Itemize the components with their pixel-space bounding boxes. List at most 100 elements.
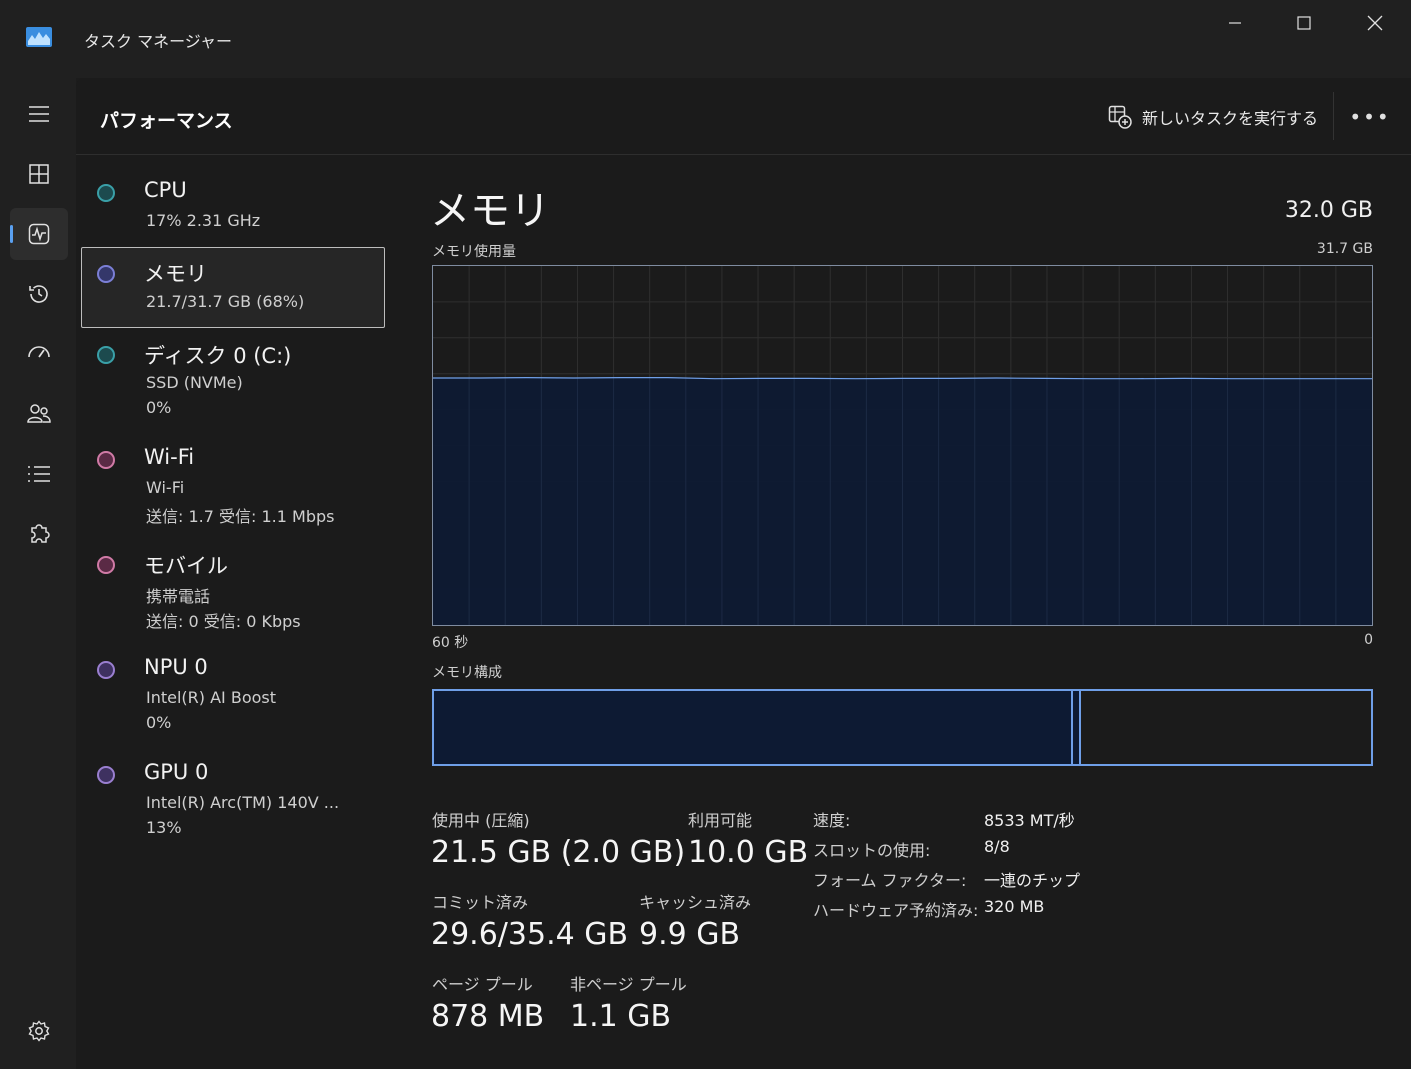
users-icon [27,404,51,423]
available-value: 10.0 GB [688,835,809,870]
more-icon: ••• [1349,105,1391,129]
device-item-gpu[interactable]: GPU 0 Intel(R) Arc(TM) 140V ... 13% [81,748,385,848]
gpu-indicator-dot [97,766,115,784]
nav-performance[interactable] [10,208,68,260]
close-icon [1367,15,1383,31]
device-title: CPU [144,178,187,202]
in-use-label: 使用中 (圧縮) [432,811,530,830]
device-subtitle: 携帯電話 [146,587,211,606]
usage-graph-svg [433,266,1372,625]
cached-label: キャッシュ済み [639,893,752,912]
menu-icon [29,106,49,122]
nonpaged-pool-value: 1.1 GB [570,999,672,1034]
paged-pool-label: ページ プール [432,975,533,994]
speed-value: 8533 MT/秒 [984,811,1075,830]
title-bar: タスク マネージャー [0,0,1411,78]
device-subtitle: SSD (NVMe) [146,373,243,392]
graph-axis-right: 0 [1364,632,1373,648]
memory-total: 32.0 GB [1284,198,1373,223]
close-button[interactable] [1340,0,1410,46]
device-title: Wi-Fi [144,445,195,469]
speed-label: 速度: [813,811,851,830]
npu-indicator-dot [97,661,115,679]
device-title: GPU 0 [144,760,209,784]
paged-pool-value: 878 MB [431,999,545,1034]
startup-icon [28,346,50,358]
form-factor-label: フォーム ファクター: [813,871,967,890]
device-title: NPU 0 [144,655,208,679]
memory-composition-bar [432,689,1373,766]
device-subtitle: 17% 2.31 GHz [146,211,261,230]
slots-value: 8/8 [984,837,1010,856]
list-icon [28,466,50,482]
hw-reserved-label: ハードウェア予約済み: [813,901,979,920]
nav-services[interactable] [10,508,68,560]
device-item-mobile[interactable]: モバイル 携帯電話 送信: 0 受信: 0 Kbps [81,538,385,638]
more-options-button[interactable]: ••• [1349,102,1388,132]
task-manager-logo-icon [26,27,52,47]
main-panel: パフォーマンス 新しいタスクを実行する ••• CPU 17% 2.31 GHz… [76,78,1411,1069]
device-detail: 13% [146,818,182,837]
available-label: 利用可能 [688,811,753,830]
memory-indicator-dot [97,265,115,283]
device-detail: 送信: 1.7 受信: 1.1 Mbps [146,507,335,526]
nav-processes[interactable] [10,148,68,200]
device-item-wifi[interactable]: Wi-Fi Wi-Fi 送信: 1.7 受信: 1.1 Mbps [81,433,385,533]
nav-app-history[interactable] [10,268,68,320]
form-factor-value: 一連のチップ [984,871,1081,890]
device-title: モバイル [144,554,228,578]
maximize-button[interactable] [1269,0,1339,46]
disk-indicator-dot [97,346,115,364]
run-new-task-button[interactable]: 新しいタスクを実行する [1108,102,1318,132]
active-indicator [10,225,13,243]
device-item-npu[interactable]: NPU 0 Intel(R) AI Boost 0% [81,643,385,743]
device-subtitle: Intel(R) Arc(TM) 140V ... [146,793,340,812]
hamburger-menu-button[interactable] [10,88,68,140]
navigation-rail [0,78,76,1069]
device-item-memory[interactable]: メモリ 21.7/31.7 GB (68%) [81,247,385,328]
usage-graph-label: メモリ使用量 [432,244,516,260]
hw-reserved-value: 320 MB [984,897,1045,916]
memory-usage-graph [432,265,1373,626]
device-subtitle: 21.7/31.7 GB (68%) [146,292,305,311]
run-task-label: 新しいタスクを実行する [1142,109,1319,128]
gear-icon [28,1020,50,1042]
device-subtitle: Intel(R) AI Boost [146,688,277,707]
device-item-cpu[interactable]: CPU 17% 2.31 GHz [81,166,385,246]
maximize-icon [1297,16,1311,30]
cached-value: 9.9 GB [639,917,741,952]
nav-settings[interactable] [10,1005,68,1057]
minimize-icon [1229,22,1241,24]
slots-label: スロットの使用: [813,841,931,860]
in-use-value: 21.5 GB (2.0 GB) [431,835,686,870]
nav-startup-apps[interactable] [10,328,68,380]
device-title: ディスク 0 (C:) [144,344,292,368]
device-detail: 0% [146,713,172,732]
memory-heading: メモリ [430,188,550,234]
header-divider [1333,92,1334,140]
device-detail: 0% [146,398,172,417]
device-title: メモリ [144,262,207,286]
device-subtitle: Wi-Fi [146,478,185,497]
committed-value: 29.6/35.4 GB [431,917,629,952]
cpu-indicator-dot [97,184,115,202]
committed-label: コミット済み [432,893,529,912]
puzzle-icon [31,524,50,543]
page-title: パフォーマンス [100,110,233,132]
composition-in-use [434,691,1073,764]
nav-details[interactable] [10,448,68,500]
nav-users[interactable] [10,388,68,440]
page-header: パフォーマンス 新しいタスクを実行する ••• [76,78,1411,155]
composition-modified [1073,691,1081,764]
history-icon [29,285,48,303]
run-task-icon [1108,105,1132,129]
nonpaged-pool-label: 非ページ プール [570,975,687,994]
usage-graph-max: 31.7 GB [1316,241,1373,257]
performance-icon [28,223,50,245]
mobile-indicator-dot [97,556,115,574]
device-item-disk[interactable]: ディスク 0 (C:) SSD (NVMe) 0% [81,328,385,428]
minimize-button[interactable] [1200,0,1270,46]
grid-icon [29,164,49,184]
window-title: タスク マネージャー [84,32,232,51]
wifi-indicator-dot [97,451,115,469]
